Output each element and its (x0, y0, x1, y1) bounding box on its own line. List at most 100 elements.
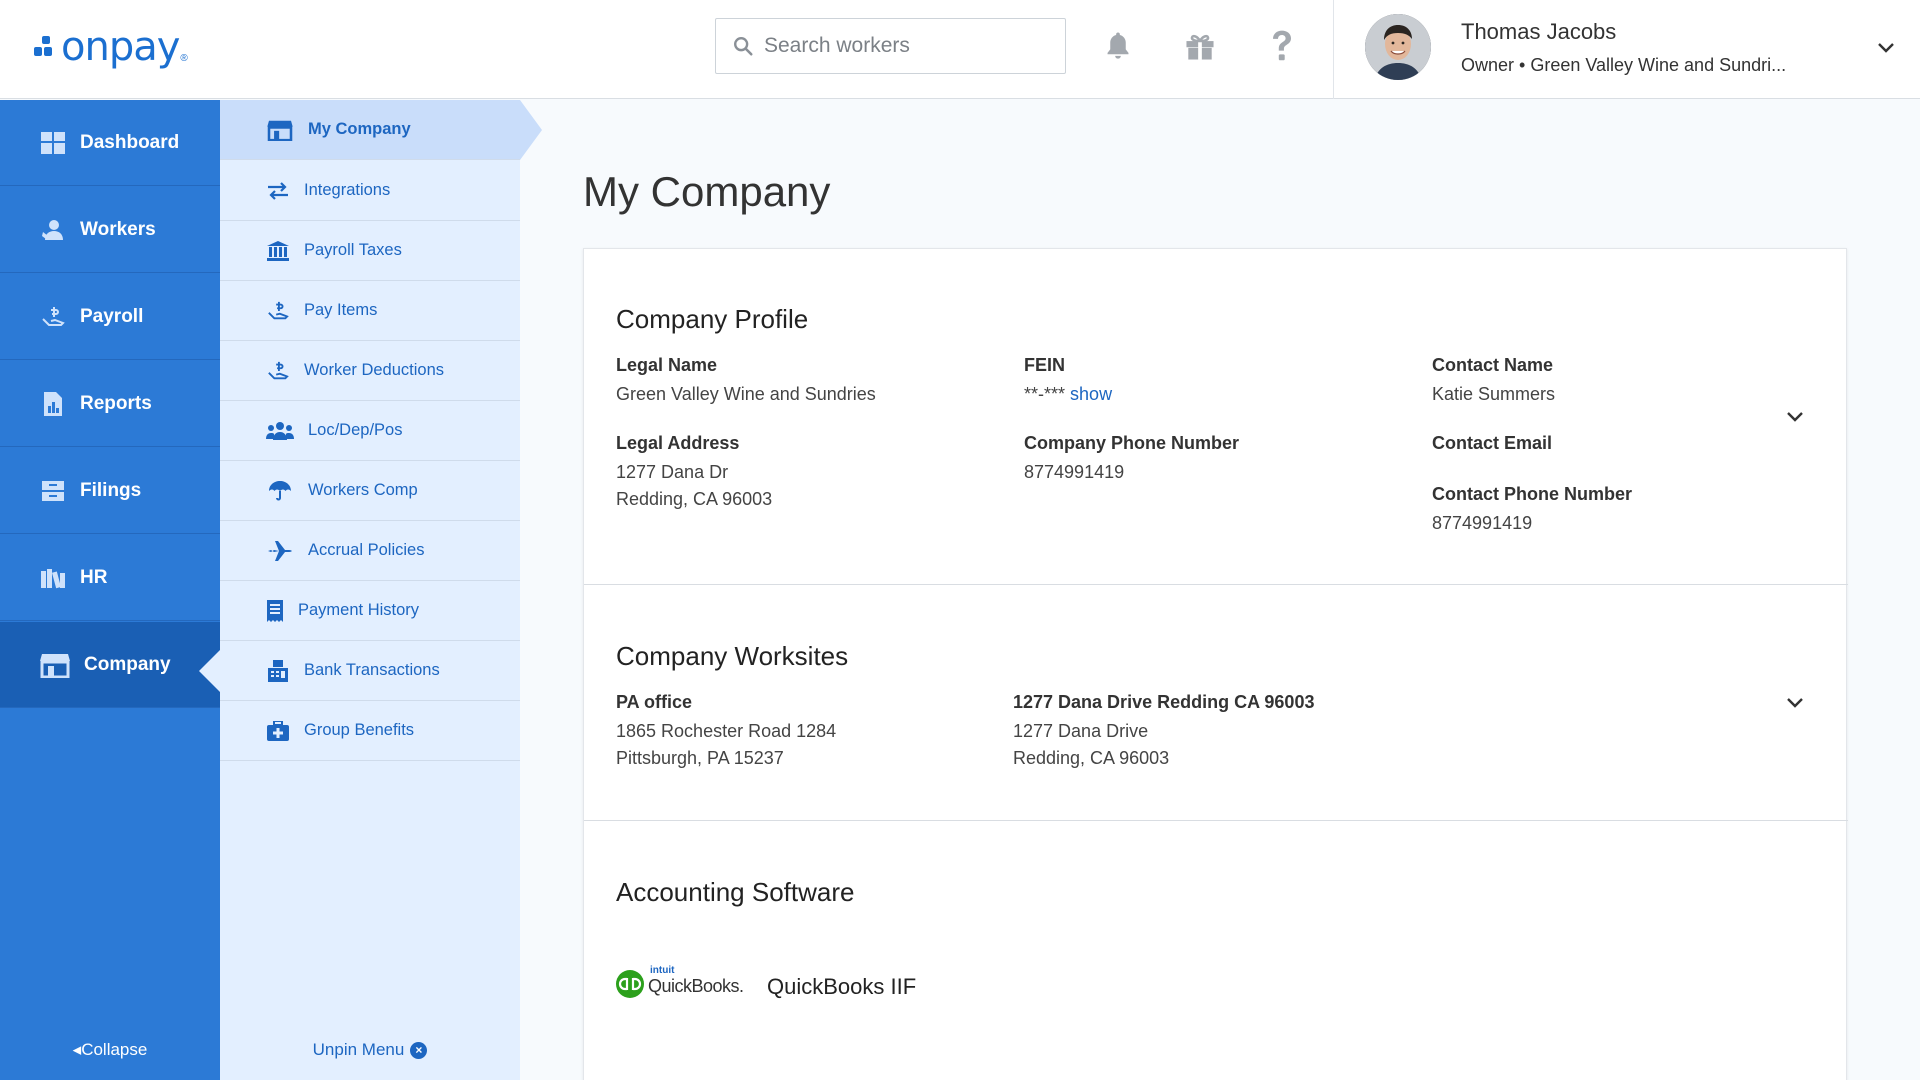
primary-sidebar: Dashboard Workers Payroll Reports Filing… (0, 100, 221, 1080)
subnav-item-worker-deductions[interactable]: Worker Deductions (220, 341, 520, 401)
subnav-label: Accrual Policies (308, 541, 425, 559)
company-submenu: My Company Integrations Payroll Taxes Pa… (220, 100, 542, 1080)
worksite-address-line2: Pittsburgh, PA 15237 (616, 748, 784, 768)
logo-mark-icon (34, 36, 58, 58)
company-phone-label: Company Phone Number (1024, 433, 1240, 453)
subnav-item-my-company[interactable]: My Company (220, 100, 542, 160)
search-icon (734, 37, 753, 56)
nav-item-hr[interactable]: HR (0, 535, 220, 621)
fein-label: FEIN (1024, 355, 1066, 375)
subnav-item-bank-transactions[interactable]: Bank Transactions (220, 641, 520, 701)
nav-item-dashboard[interactable]: Dashboard (0, 100, 220, 186)
top-header: onpay ® Thomas Jacobs Owner • Green Vall… (0, 0, 1920, 99)
collapse-button[interactable]: ◂Collapse (0, 1040, 220, 1060)
nav-label: HR (80, 566, 108, 588)
nav-label: Reports (80, 392, 152, 414)
logo-text: onpay (61, 24, 180, 70)
subnav-label: Bank Transactions (304, 661, 440, 679)
worksite-address-line2: Redding, CA 96003 (1013, 748, 1170, 768)
onpay-logo[interactable]: onpay ® (34, 22, 188, 72)
nav-item-filings[interactable]: Filings (0, 448, 220, 534)
logo-registered-mark: ® (180, 52, 188, 64)
hand-money-icon (266, 359, 290, 383)
users-icon (266, 419, 294, 443)
subnav-label: Payroll Taxes (304, 241, 402, 259)
bank-icon (266, 239, 290, 263)
subnav-label: Pay Items (304, 301, 378, 319)
store-icon (266, 118, 294, 142)
contact-name-label: Contact Name (1432, 355, 1554, 375)
quickbooks-icon (616, 970, 644, 998)
bell-icon[interactable] (1096, 24, 1140, 68)
gift-icon[interactable] (1178, 24, 1222, 68)
worksite-address-line1: 1865 Rochester Road 1284 (616, 721, 837, 741)
unpin-menu-button[interactable]: Unpin Menu × (220, 1040, 520, 1060)
payroll-icon (40, 304, 66, 330)
nav-item-company[interactable]: Company (0, 622, 221, 708)
legal-address-line2: Redding, CA 96003 (616, 489, 773, 509)
subnav-item-integrations[interactable]: Integrations (220, 161, 520, 221)
subnav-item-group-benefits[interactable]: Group Benefits (220, 701, 520, 761)
fax-icon (266, 659, 290, 683)
store-icon (40, 652, 70, 678)
subnav-item-workers-comp[interactable]: Workers Comp (220, 461, 520, 521)
subnav-item-payment-history[interactable]: Payment History (220, 581, 520, 641)
user-role-company: Owner • Green Valley Wine and Sundri... (1461, 55, 1787, 75)
subnav-label: Integrations (304, 181, 391, 199)
company-worksites-section: Company Worksites PA office 1865 Rochest… (584, 586, 1848, 821)
workers-icon (40, 217, 66, 243)
help-icon[interactable] (1260, 24, 1304, 68)
main-content: My Company Company Profile Legal Name Gr… (520, 100, 1920, 1080)
nav-label: Dashboard (80, 131, 180, 153)
worksite-address-line1: 1277 Dana Drive (1013, 721, 1149, 741)
nav-item-workers[interactable]: Workers (0, 187, 220, 273)
intuit-text: intuit (650, 965, 675, 976)
quickbooks-logo: intuit QuickBooks. (616, 965, 752, 998)
contact-name-value: Katie Summers (1432, 384, 1556, 404)
unpin-label: Unpin Menu (312, 1040, 405, 1059)
page-title: My Company (583, 168, 831, 215)
search-box[interactable] (715, 18, 1066, 74)
section-title: Company Worksites (616, 641, 849, 671)
user-avatar[interactable] (1365, 14, 1431, 80)
plane-icon (266, 539, 294, 563)
collapse-label: Collapse (81, 1040, 148, 1059)
company-profile-section: Company Profile Legal Name Green Valley … (584, 249, 1848, 585)
chevron-down-icon[interactable] (1872, 34, 1900, 62)
accounting-software-section: Accounting Software intuit QuickBooks. Q… (584, 822, 1848, 1080)
nav-label: Payroll (80, 305, 144, 327)
medkit-icon (266, 719, 290, 743)
subnav-item-loc-dep-pos[interactable]: Loc/Dep/Pos (220, 401, 520, 461)
fein-show-link[interactable]: show (1070, 384, 1112, 404)
subnav-label: Payment History (298, 601, 420, 619)
filings-icon (40, 478, 66, 504)
dashboard-icon (40, 130, 66, 156)
nav-label: Filings (80, 479, 142, 501)
user-name: Thomas Jacobs (1461, 19, 1617, 44)
legal-name-value: Green Valley Wine and Sundries (616, 384, 876, 404)
legal-address-label: Legal Address (616, 433, 740, 453)
chevron-down-icon[interactable] (1781, 689, 1809, 717)
fein-value: **-*** show (1024, 384, 1112, 405)
contact-phone-value: 8774991419 (1432, 513, 1533, 533)
nav-label: Workers (80, 218, 156, 240)
hand-money-icon (266, 299, 290, 323)
legal-name-label: Legal Name (616, 355, 718, 375)
nav-label: Company (84, 653, 171, 675)
company-phone-value: 8774991419 (1024, 462, 1125, 482)
subnav-label: My Company (308, 120, 411, 138)
subnav-item-pay-items[interactable]: Pay Items (220, 281, 520, 341)
section-title: Accounting Software (616, 877, 855, 907)
subnav-item-accrual-policies[interactable]: Accrual Policies (220, 521, 520, 581)
nav-item-reports[interactable]: Reports (0, 361, 220, 447)
reports-icon (40, 391, 66, 417)
subnav-item-payroll-taxes[interactable]: Payroll Taxes (220, 221, 520, 281)
subnav-label: Workers Comp (308, 481, 418, 499)
close-circle-icon: × (410, 1041, 428, 1059)
nav-item-payroll[interactable]: Payroll (0, 274, 220, 360)
chevron-down-icon[interactable] (1781, 403, 1809, 431)
search-input[interactable] (764, 34, 1054, 58)
legal-address-line1: 1277 Dana Dr (616, 462, 729, 482)
subnav-label: Loc/Dep/Pos (308, 421, 403, 439)
hr-icon (40, 565, 66, 591)
